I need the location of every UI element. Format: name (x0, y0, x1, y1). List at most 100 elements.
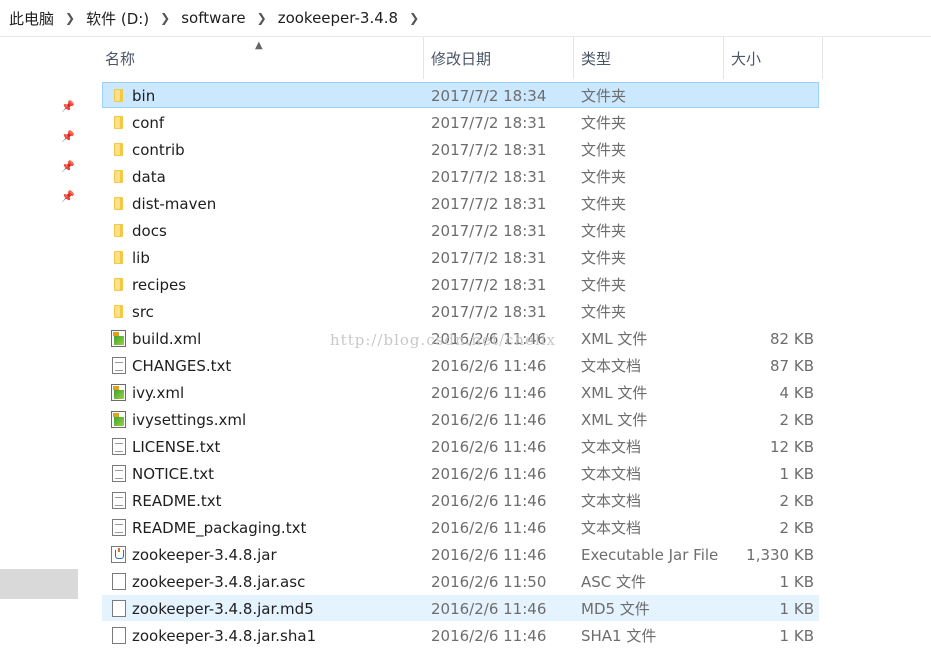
blank-file-icon (112, 600, 126, 617)
file-size: 2 KB (779, 519, 814, 537)
file-modified-date: 2016/2/6 11:46 (431, 519, 547, 537)
file-type: 文本文档 (581, 357, 642, 375)
jar-file-icon (111, 546, 126, 563)
file-size: 1 KB (779, 465, 814, 483)
file-modified-date: 2016/2/6 11:46 (431, 600, 547, 618)
file-row[interactable]: recipes 2017/7/2 18:31 文件夹 (102, 271, 819, 297)
file-type: Executable Jar File (581, 546, 719, 564)
file-type: 文件夹 (581, 195, 627, 213)
file-modified-date: 2016/2/6 11:46 (431, 411, 547, 429)
pin-icon[interactable]: 📌 (61, 100, 75, 114)
sort-ascending-icon: ▲ (255, 40, 263, 51)
file-name: LICENSE.txt (132, 438, 221, 456)
pin-icon[interactable]: 📌 (61, 130, 75, 144)
folder-icon (110, 303, 127, 320)
file-name: ivysettings.xml (132, 411, 247, 429)
file-type: 文本文档 (581, 492, 642, 510)
xml-file-icon (111, 330, 126, 347)
chevron-right-icon[interactable]: ❯ (401, 11, 427, 25)
navigation-pane: 📌 📌 📌 📌 (0, 37, 85, 656)
column-header-modified[interactable]: 修改日期 (424, 37, 574, 79)
folder-icon (110, 87, 127, 104)
file-row[interactable]: README_packaging.txt 2016/2/6 11:46 文本文档 2 … (102, 514, 819, 540)
file-name: contrib (132, 141, 185, 159)
file-name: NOTICE.txt (132, 465, 214, 483)
text-document-icon (112, 519, 126, 536)
file-name: build.xml (132, 330, 202, 348)
file-type: 文件夹 (581, 303, 627, 321)
file-row[interactable]: README.txt 2016/2/6 11:46 文本文档 2 KB (102, 487, 819, 513)
file-row[interactable]: zookeeper-3.4.8.jar.md5 2016/2/6 11:46 MD5… (102, 595, 819, 621)
file-size: 1 KB (779, 573, 814, 591)
file-row[interactable]: lib 2017/7/2 18:31 文件夹 (102, 244, 819, 270)
file-type: 文本文档 (581, 519, 642, 537)
nav-selected-item[interactable] (0, 569, 78, 599)
folder-icon (110, 114, 127, 131)
file-name: recipes (132, 276, 187, 294)
file-row[interactable]: ivy.xml 2016/2/6 11:46 XML 文件 4 KB (102, 379, 819, 405)
file-type: 文件夹 (581, 222, 627, 240)
file-row[interactable]: contrib 2017/7/2 18:31 文件夹 (102, 136, 819, 162)
chevron-right-icon[interactable]: ❯ (57, 11, 83, 25)
file-type: 文件夹 (581, 141, 627, 159)
file-modified-date: 2017/7/2 18:31 (431, 249, 547, 267)
file-row[interactable]: ivysettings.xml 2016/2/6 11:46 XML 文件 2 KB (102, 406, 819, 432)
column-header-type[interactable]: 类型 (574, 37, 724, 79)
file-row[interactable]: data 2017/7/2 18:31 文件夹 (102, 163, 819, 189)
file-name: zookeeper-3.4.8.jar.md5 (132, 600, 314, 618)
file-type: MD5 文件 (581, 600, 650, 618)
pin-icon[interactable]: 📌 (61, 160, 75, 174)
file-row[interactable]: dist-maven 2017/7/2 18:31 文件夹 (102, 190, 819, 216)
file-name: src (132, 303, 154, 321)
breadcrumb-software[interactable]: software (178, 9, 248, 27)
chevron-right-icon[interactable]: ❯ (152, 11, 178, 25)
file-name: data (132, 168, 166, 186)
blank-file-icon (112, 627, 126, 644)
file-row[interactable]: docs 2017/7/2 18:31 文件夹 (102, 217, 819, 243)
column-header-size[interactable]: 大小 (724, 37, 823, 79)
file-size: 2 KB (779, 411, 814, 429)
file-row[interactable]: zookeeper-3.4.8.jar 2016/2/6 11:46 Executa… (102, 541, 819, 567)
file-row[interactable]: zookeeper-3.4.8.jar.sha1 2016/2/6 11:46 SH… (102, 622, 819, 648)
file-modified-date: 2016/2/6 11:46 (431, 357, 547, 375)
file-type: ASC 文件 (581, 573, 647, 591)
file-size: 87 KB (770, 357, 814, 375)
file-row[interactable]: conf 2017/7/2 18:31 文件夹 (102, 109, 819, 135)
breadcrumb-drive-d[interactable]: 软件 (D:) (83, 8, 152, 29)
file-type: 文本文档 (581, 438, 642, 456)
file-modified-date: 2017/7/2 18:34 (431, 87, 547, 105)
file-row[interactable]: build.xml 2016/2/6 11:46 XML 文件 82 KB (102, 325, 819, 351)
text-document-icon (112, 438, 126, 455)
file-row[interactable]: src 2017/7/2 18:31 文件夹 (102, 298, 819, 324)
breadcrumb: 此电脑 ❯ 软件 (D:) ❯ software ❯ zookeeper-3.4… (0, 0, 931, 37)
file-size: 1,330 KB (746, 546, 814, 564)
file-modified-date: 2017/7/2 18:31 (431, 303, 547, 321)
file-size: 82 KB (770, 330, 814, 348)
breadcrumb-this-pc[interactable]: 此电脑 (6, 8, 57, 29)
file-size: 4 KB (779, 384, 814, 402)
file-row[interactable]: bin 2017/7/2 18:34 文件夹 (102, 82, 819, 108)
file-modified-date: 2016/2/6 11:46 (431, 492, 547, 510)
breadcrumb-zookeeper[interactable]: zookeeper-3.4.8 (275, 9, 401, 27)
file-modified-date: 2017/7/2 18:31 (431, 114, 547, 132)
file-modified-date: 2017/7/2 18:31 (431, 141, 547, 159)
file-row[interactable]: CHANGES.txt 2016/2/6 11:46 文本文档 87 KB (102, 352, 819, 378)
column-header-row: 名称 修改日期 类型 大小 (98, 37, 823, 79)
file-modified-date: 2017/7/2 18:31 (431, 168, 547, 186)
file-modified-date: 2016/2/6 11:46 (431, 384, 547, 402)
file-size: 1 KB (779, 600, 814, 618)
file-row[interactable]: zookeeper-3.4.8.jar.asc 2016/2/6 11:50 ASC… (102, 568, 819, 594)
file-type: XML 文件 (581, 384, 648, 402)
file-name: lib (132, 249, 150, 267)
folder-icon (110, 195, 127, 212)
file-modified-date: 2017/7/2 18:31 (431, 195, 547, 213)
file-row[interactable]: NOTICE.txt 2016/2/6 11:46 文本文档 1 KB (102, 460, 819, 486)
file-modified-date: 2016/2/6 11:46 (431, 438, 547, 456)
file-type: 文件夹 (581, 276, 627, 294)
file-modified-date: 2016/2/6 11:46 (431, 627, 547, 645)
pin-icon[interactable]: 📌 (61, 190, 75, 204)
file-type: XML 文件 (581, 330, 648, 348)
folder-icon (110, 222, 127, 239)
file-row[interactable]: LICENSE.txt 2016/2/6 11:46 文本文档 12 KB (102, 433, 819, 459)
chevron-right-icon[interactable]: ❯ (249, 11, 275, 25)
